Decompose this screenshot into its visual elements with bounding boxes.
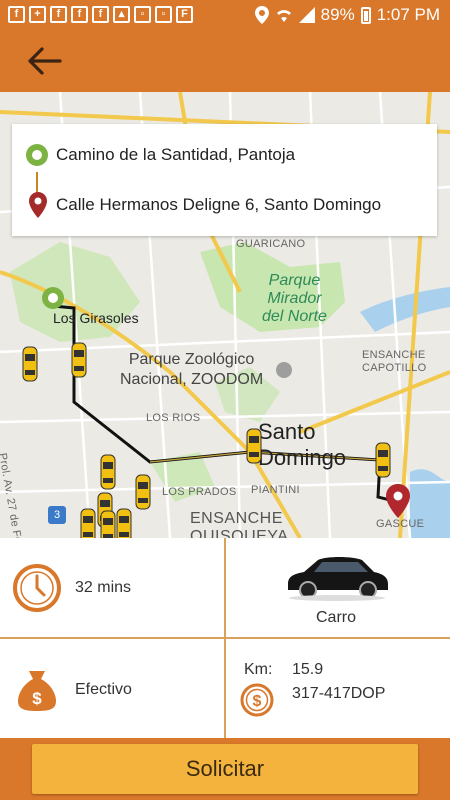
map-label-ensanche-quisqueya: ENSANCHE QUISQUEYA — [190, 510, 289, 538]
payment-method: Efectivo — [75, 681, 132, 698]
map-label-guaricano: GUARICANO — [236, 238, 306, 250]
screen: f + f f f ▴ ▫ ▫ F 89% 1:07 PM GUARICANO … — [0, 0, 450, 800]
km-label: Km: — [244, 661, 273, 678]
battery-percent: 89% — [320, 5, 355, 24]
origin-map-marker-icon — [42, 287, 64, 309]
bottom-bar: Solicitar — [0, 738, 450, 800]
fare-cell: Km: 15.9 $ 317-417DOP — [226, 639, 450, 738]
map-label-los-girasoles: Los Girasoles — [53, 310, 139, 326]
zoo-paw-icon — [276, 362, 292, 378]
location-icon — [254, 6, 269, 24]
image-icon: ▴ — [113, 6, 130, 23]
map-label-zoo: Parque Zoológico Nacional, ZOODOM — [120, 351, 264, 388]
origin-row[interactable]: Camino de la Santidad, Pantoja — [12, 140, 437, 170]
trip-info-panel: 32 mins Carro $ Efectivo Km: 15.9 $ 317-… — [0, 538, 450, 738]
cell-signal-icon — [298, 7, 315, 23]
map-label-gascue: GASCUE — [376, 518, 425, 530]
person-add-icon: + — [29, 6, 46, 23]
facebook-icon: f — [50, 6, 67, 23]
arrow-left-icon — [28, 47, 62, 75]
notification-icons: f + f f f ▴ ▫ ▫ F — [8, 6, 193, 23]
highway-shield: 3 — [48, 506, 66, 524]
battery-icon — [360, 6, 371, 24]
request-button[interactable]: Solicitar — [32, 744, 418, 794]
back-button[interactable] — [24, 42, 64, 80]
status-right: 89% 1:07 PM — [254, 5, 440, 25]
destination-address: Calle Hermanos Deligne 6, Santo Domingo — [56, 195, 382, 214]
clock-icon — [13, 564, 61, 612]
money-bag-icon: $ — [18, 671, 56, 711]
origin-marker-icon — [26, 144, 48, 166]
svg-text:$: $ — [253, 693, 262, 710]
facebook-icon: f — [71, 6, 88, 23]
car-icon — [288, 557, 388, 601]
dollar-coin-icon: $ — [240, 683, 274, 717]
app-toolbar — [0, 30, 450, 92]
destination-row[interactable]: Calle Hermanos Deligne 6, Santo Domingo — [12, 190, 437, 220]
vehicle-cell[interactable]: Carro — [226, 538, 450, 637]
clock: 1:07 PM — [376, 5, 440, 24]
screenshot-icon: ▫ — [155, 6, 172, 23]
map-label-los-rios: LOS RIOS — [146, 412, 201, 424]
status-bar: f + f f f ▴ ▫ ▫ F 89% 1:07 PM — [0, 0, 450, 30]
origin-address: Camino de la Santidad, Pantoja — [56, 145, 296, 164]
duration-cell: 32 mins — [0, 538, 224, 637]
svg-text:$: $ — [32, 689, 42, 708]
payment-cell[interactable]: $ Efectivo — [0, 639, 224, 738]
map-label-ensanche-capotillo: ENSANCHE CAPOTILLO — [362, 349, 427, 374]
facebook-icon: f — [92, 6, 109, 23]
price-range: 317-417DOP — [292, 685, 386, 702]
vehicle-label: Carro — [316, 609, 357, 626]
map-label-parque-mirador: Parque Mirador del Norte — [262, 272, 327, 325]
map-label-los-prados: LOS PRADOS — [162, 486, 237, 498]
destination-marker-icon — [29, 192, 47, 218]
duration-value: 32 mins — [75, 579, 132, 596]
wifi-icon — [276, 10, 291, 22]
route-card: Camino de la Santidad, Pantoja Calle Her… — [12, 124, 437, 236]
flipboard-icon: F — [176, 6, 193, 23]
screenshot-icon: ▫ — [134, 6, 151, 23]
map-label-piantini: PIANTINI — [251, 484, 300, 496]
km-value: 15.9 — [292, 661, 324, 678]
facebook-icon: f — [8, 6, 25, 23]
map-label-santo-domingo: Santo Domingo — [258, 419, 347, 470]
destination-map-marker-icon — [386, 484, 410, 518]
